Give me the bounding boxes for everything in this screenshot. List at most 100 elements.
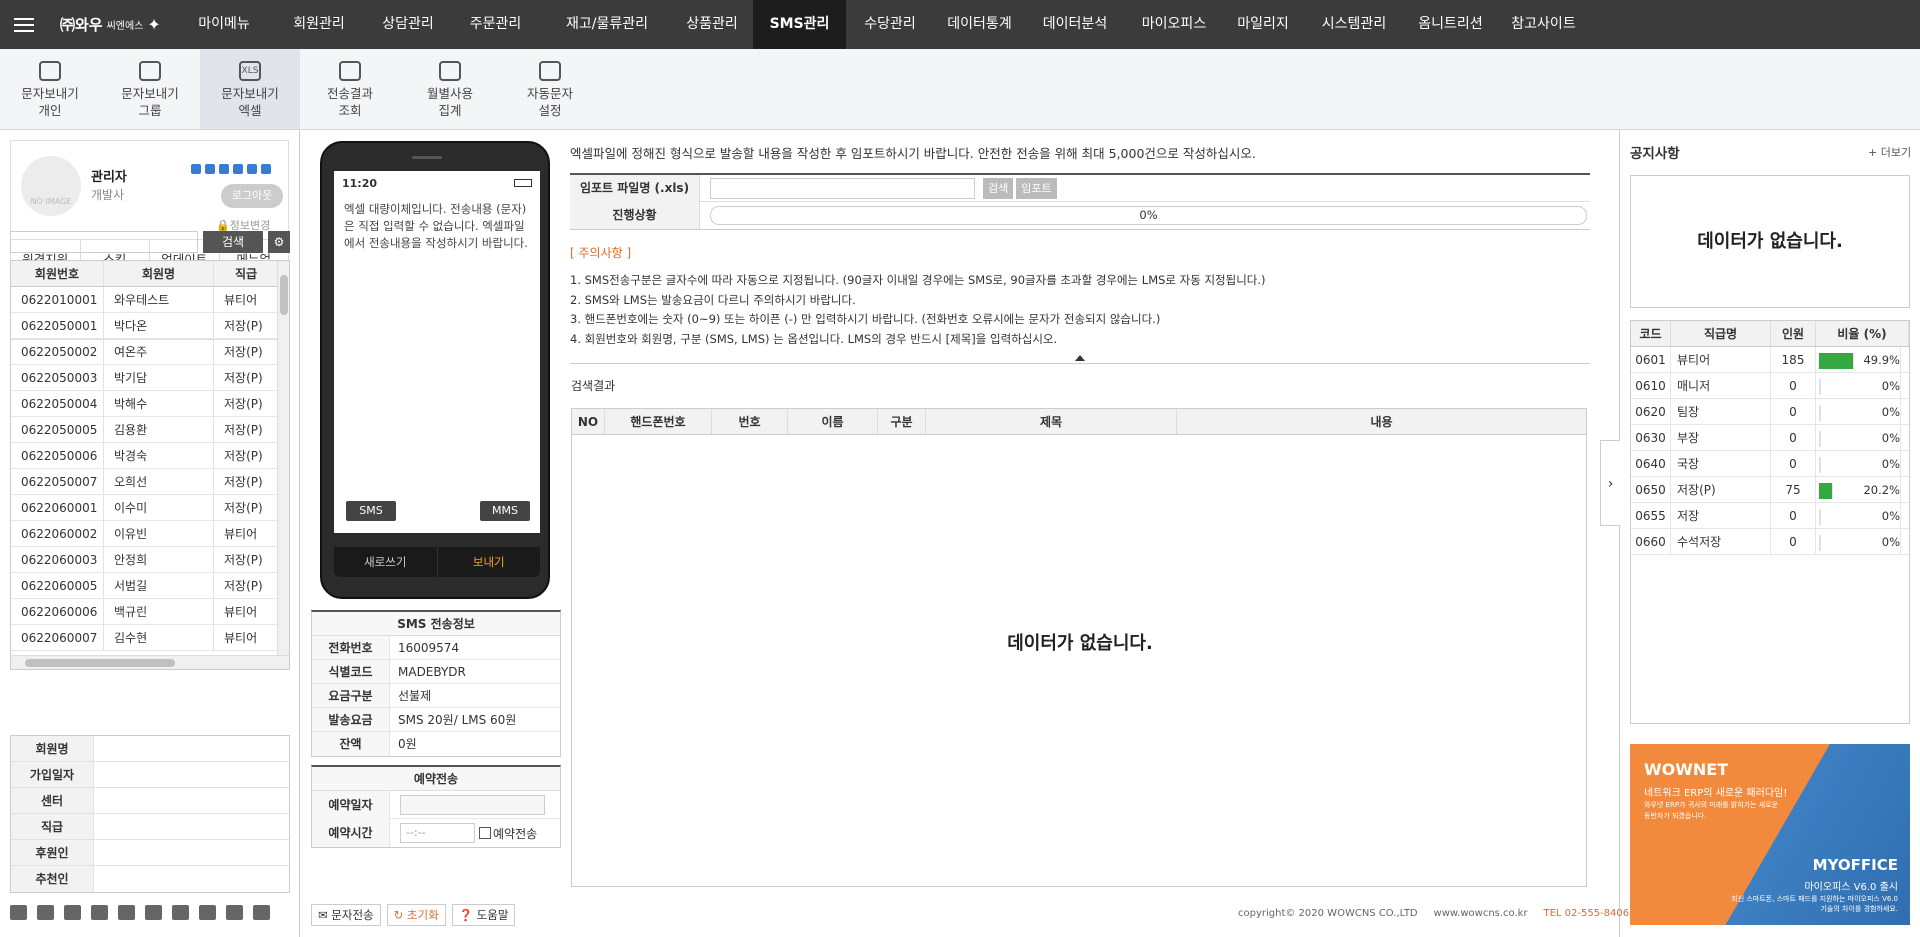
table-row[interactable]: 0622010001 와우테스트 뷰티어	[11, 287, 289, 313]
logout-button[interactable]: 로그아웃	[221, 184, 283, 208]
company-logo[interactable]: ㈜와우 씨엔에스 ✦	[48, 0, 178, 49]
search-icon[interactable]	[172, 905, 189, 920]
right-panel-toggle-chevron-icon[interactable]: ›	[1600, 440, 1620, 526]
reservation-title: 예약전송	[312, 767, 560, 791]
menu-item-9[interactable]: 데이터분석	[1025, 0, 1125, 49]
monitor-icon[interactable]	[247, 164, 257, 174]
org-chart-icon[interactable]	[253, 905, 270, 920]
add-user-icon[interactable]	[64, 905, 81, 920]
send-sms-button[interactable]: ✉ 문자전송	[311, 904, 381, 926]
send-message-button[interactable]: 보내기	[438, 547, 541, 577]
promo-banner[interactable]: WOWNET 네트워크 ERP의 새로운 패러다임! 와우넷 ERP가 귀사의 …	[1630, 744, 1910, 925]
mms-toggle-button[interactable]: MMS	[480, 501, 530, 521]
detail-row: 추천인	[11, 866, 289, 892]
message-icon[interactable]	[91, 905, 108, 920]
member-search-button[interactable]: 검색	[203, 231, 263, 253]
menu-item-13[interactable]: 옴니트리션	[1405, 0, 1496, 49]
sms-info-value: SMS 20원/ LMS 60원	[398, 713, 517, 727]
sms-info-label: 요금구분	[312, 684, 390, 707]
collapse-triangle-icon[interactable]	[1075, 355, 1085, 361]
submenu-item-0[interactable]: 문자보내기 개인	[0, 49, 100, 129]
table-row[interactable]: 0622060001 이수미 저장(P)	[11, 495, 289, 521]
wallet-icon[interactable]	[226, 905, 243, 920]
table-row[interactable]: 0622050001 박다온 저장(P)	[11, 313, 289, 339]
sms-info-value: 0원	[398, 737, 417, 751]
menu-item-8[interactable]: 데이터통계	[934, 0, 1025, 49]
member-search-input[interactable]	[10, 231, 198, 253]
caution-item: 3. 핸드폰번호에는 숫자 (0~9) 또는 하이픈 (-) 만 입력하시기 바…	[570, 312, 1161, 326]
hamburger-menu-icon[interactable]	[0, 0, 48, 49]
submenu-item-2[interactable]: XLS 문자보내기 엑셀	[200, 49, 300, 129]
table-row[interactable]: 0622050002 여온주 저장(P)	[11, 339, 289, 365]
file-search-button[interactable]: 검색	[983, 177, 1014, 199]
member-table: 회원번호 회원명 직급 0622010001 와우테스트 뷰티어 0622050001 박다…	[10, 260, 290, 670]
reservation-date-input[interactable]	[400, 794, 545, 815]
notice-more-link[interactable]: + 더보기	[1868, 144, 1911, 160]
import-button[interactable]: 임포트	[1016, 177, 1057, 199]
search-settings-gear-icon[interactable]: ⚙	[268, 231, 290, 253]
login-icon[interactable]	[37, 905, 54, 920]
reset-button[interactable]: ↻ 초기화	[386, 904, 446, 926]
result-title: 검색결과	[571, 379, 616, 393]
database-icon[interactable]	[261, 164, 271, 174]
table-row[interactable]: 0620 팀장 0 0%	[1631, 399, 1909, 425]
table-row[interactable]: 0622060005 서범길 저장(P)	[11, 573, 289, 599]
table-row[interactable]: 0655 저장 0 0%	[1631, 503, 1909, 529]
menu-item-11[interactable]: 마일리지	[1223, 0, 1303, 49]
progress-row: 진행상황 0%	[570, 202, 1590, 229]
table-row[interactable]: 0622060007 김수현 뷰티어	[11, 625, 289, 651]
table-row[interactable]: 0622060002 이유빈 뷰티어	[11, 521, 289, 547]
reservation-checkbox[interactable]	[479, 827, 491, 839]
table-row[interactable]: 0622060006 백규린 뷰티어	[11, 599, 289, 625]
table-row[interactable]: 0622050003 박기담 저장(P)	[11, 365, 289, 391]
gear-icon[interactable]	[205, 164, 215, 174]
table-row[interactable]: 0622050006 박경숙 저장(P)	[11, 443, 289, 469]
table-row[interactable]: 0650 저장(P) 75 20.2%	[1631, 477, 1909, 503]
menu-item-12[interactable]: 시스템관리	[1303, 0, 1405, 49]
info-icon[interactable]	[233, 164, 243, 174]
document-icon[interactable]	[191, 164, 201, 174]
menu-item-3[interactable]: 주문관리	[448, 0, 543, 49]
table-row[interactable]: 0622060003 안정희 저장(P)	[11, 547, 289, 573]
menu-item-5[interactable]: 상품관리	[671, 0, 753, 49]
ratio-bar	[1819, 353, 1854, 369]
member-table-vertical-scrollbar[interactable]	[277, 261, 289, 657]
edit-icon[interactable]	[118, 905, 135, 920]
sms-toggle-button[interactable]: SMS	[346, 501, 396, 521]
cart-icon[interactable]	[145, 905, 162, 920]
table-row[interactable]: 0601 뷰티어 185 49.9%	[1631, 347, 1909, 373]
table-row[interactable]: 0622050004 박해수 저장(P)	[11, 391, 289, 417]
new-message-button[interactable]: 새로쓰기	[334, 547, 438, 577]
menu-item-6[interactable]: SMS관리	[753, 0, 846, 49]
table-row[interactable]: 0640 국장 0 0%	[1631, 451, 1909, 477]
file-name-input[interactable]	[710, 177, 975, 199]
table-row[interactable]: 0660 수석저장 0 0%	[1631, 529, 1909, 555]
submenu-item-1[interactable]: 문자보내기 그룹	[100, 49, 200, 129]
menu-item-7[interactable]: 수당관리	[846, 0, 934, 49]
table-cell: 0622050005	[11, 417, 104, 442]
member-table-horizontal-scrollbar[interactable]	[11, 655, 289, 669]
reservation-time-input[interactable]: --:--	[400, 823, 475, 843]
menu-item-10[interactable]: 마이오피스	[1125, 0, 1223, 49]
table-row[interactable]: 0630 부장 0 0%	[1631, 425, 1909, 451]
table-row[interactable]: 0622050007 오희선 저장(P)	[11, 469, 289, 495]
submenu-item-4[interactable]: 월별사용 집계	[400, 49, 500, 129]
table-row[interactable]: 0622050005 김용환 저장(P)	[11, 417, 289, 443]
submenu-item-5[interactable]: 자동문자 설정	[500, 49, 600, 129]
menu-item-0[interactable]: 마이메뉴	[178, 0, 270, 49]
menu-item-14[interactable]: 참고사이트	[1496, 0, 1591, 49]
grade-name: 국장	[1671, 451, 1771, 476]
menu-item-1[interactable]: 회원관리	[270, 0, 368, 49]
grade-ratio-cell: 0%	[1816, 399, 1909, 425]
mail-icon[interactable]	[10, 905, 27, 920]
help-button[interactable]: ❓ 도움말	[451, 904, 516, 926]
menu-item-2[interactable]: 상담관리	[368, 0, 448, 49]
submenu-item-3[interactable]: 전송결과 조회	[300, 49, 400, 129]
scrollbar-thumb[interactable]	[25, 659, 175, 667]
table-row[interactable]: 0610 매니저 0 0%	[1631, 373, 1909, 399]
scrollbar-thumb[interactable]	[280, 275, 288, 315]
calculator-icon[interactable]	[199, 905, 216, 920]
table-cell: 0622050002	[11, 339, 104, 364]
menu-item-4[interactable]: 재고/물류관리	[543, 0, 671, 49]
list-icon[interactable]	[219, 164, 229, 174]
